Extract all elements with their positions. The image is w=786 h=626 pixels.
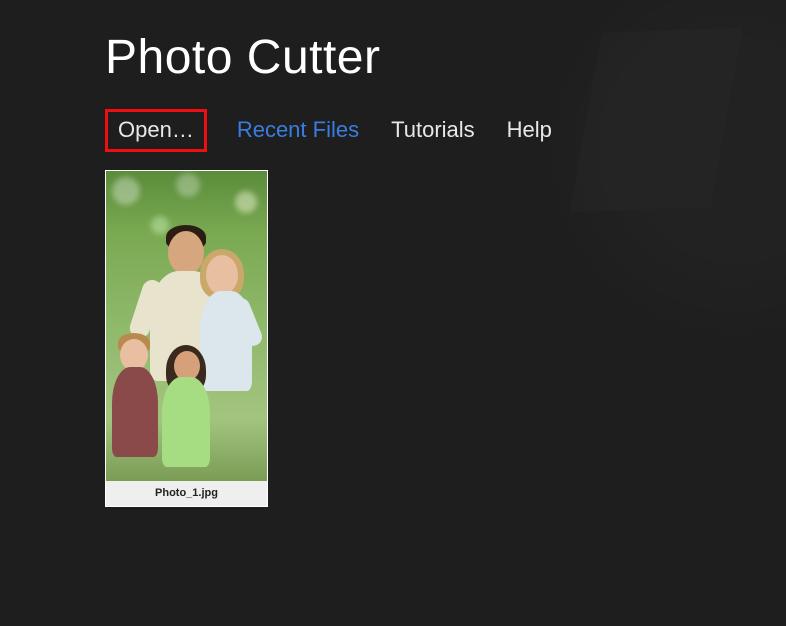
thumbnail-item[interactable]: Photo_1.jpg xyxy=(105,170,268,507)
nav-open[interactable]: Open… xyxy=(105,109,207,152)
nav-help[interactable]: Help xyxy=(505,112,554,149)
thumbnail-filename: Photo_1.jpg xyxy=(106,481,267,506)
main-content: Photo Cutter Open… Recent Files Tutorial… xyxy=(0,0,786,507)
thumbnail-image xyxy=(106,171,267,481)
thumbnail-row: Photo_1.jpg xyxy=(105,170,786,507)
app-title: Photo Cutter xyxy=(105,30,786,85)
nav-tutorials[interactable]: Tutorials xyxy=(389,112,477,149)
nav-bar: Open… Recent Files Tutorials Help xyxy=(105,109,786,152)
nav-recent-files[interactable]: Recent Files xyxy=(235,112,361,149)
